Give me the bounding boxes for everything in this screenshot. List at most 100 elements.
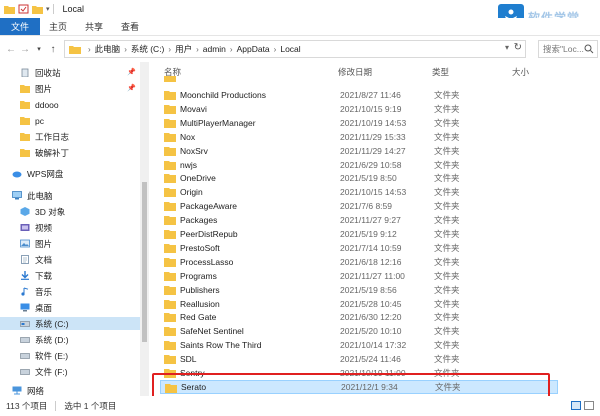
table-row[interactable]: Moonchild Productions 2021/8/27 11:46 文件夹	[160, 88, 558, 102]
search-box[interactable]: 搜索"Loc...	[538, 40, 598, 58]
file-name: nwjs	[180, 159, 198, 170]
quick-access-toolbar: ▾	[0, 4, 50, 14]
large-icons-view-icon[interactable]	[584, 401, 594, 410]
breadcrumb-separator[interactable]: ›	[124, 45, 127, 54]
table-row[interactable]: Origin 2021/10/15 14:53 文件夹	[160, 185, 558, 199]
details-view-icon[interactable]	[571, 401, 581, 410]
nav-item-drive-e[interactable]: 软件 (E:)	[0, 349, 140, 362]
nav-item-this-pc[interactable]: 此电脑	[0, 189, 140, 202]
nav-item-desktop[interactable]: 桌面	[0, 301, 140, 314]
file-type: 文件夹	[434, 229, 460, 239]
table-row[interactable]: nwjs 2021/6/29 10:58 文件夹	[160, 158, 558, 172]
recent-locations-button[interactable]: ▾	[32, 41, 46, 57]
table-row[interactable]: PackageAware 2021/7/6 8:59 文件夹	[160, 199, 558, 213]
tab-share[interactable]: 共享	[76, 18, 112, 35]
table-row-partial[interactable]	[160, 76, 558, 84]
tab-view[interactable]: 查看	[112, 18, 148, 35]
file-modified-date: 2021/8/27 11:46	[340, 90, 401, 100]
file-modified-date: 2021/5/28 10:45	[340, 298, 402, 309]
downloads-icon	[21, 271, 29, 280]
breadcrumb-drive-c[interactable]: 系统 (C:)	[131, 43, 165, 55]
breadcrumb-local[interactable]: Local	[280, 44, 300, 54]
desktop-icon	[20, 303, 30, 312]
pin-icon[interactable]: 📌	[127, 84, 136, 92]
breadcrumb-separator[interactable]: ›	[274, 45, 277, 54]
nav-item-ddooo[interactable]: ddooo	[0, 98, 140, 111]
table-row[interactable]: Publishers 2021/5/19 8:56 文件夹	[160, 283, 558, 297]
breadcrumb-thispc[interactable]: 此电脑	[95, 43, 121, 55]
table-row[interactable]: SDL 2021/5/24 11:46 文件夹	[160, 352, 558, 366]
table-row[interactable]: Saints Row The Third 2021/10/14 17:32 文件夹	[160, 338, 558, 352]
nav-item-wps-cloud[interactable]: WPS网盘	[0, 167, 140, 180]
customize-toolbar-icon[interactable]: ▾	[46, 5, 50, 13]
properties-icon[interactable]	[18, 4, 29, 14]
drive-icon	[20, 353, 30, 359]
breadcrumb-separator[interactable]: ›	[230, 45, 233, 54]
nav-item-recycle-bin[interactable]: 回收站 📌	[0, 66, 140, 79]
table-row[interactable]: MultiPlayerManager 2021/10/19 14:53 文件夹	[160, 116, 558, 130]
pin-icon[interactable]: 📌	[127, 68, 136, 76]
table-row[interactable]: SafeNet Sentinel 2021/5/20 10:10 文件夹	[160, 324, 558, 338]
file-modified-date: 2021/7/6 8:59	[340, 201, 392, 212]
scrollbar-thumb[interactable]	[142, 182, 147, 342]
nav-item-drive-d[interactable]: 系统 (D:)	[0, 333, 140, 346]
file-type: 文件夹	[434, 270, 460, 281]
breadcrumb-separator[interactable]: ›	[168, 45, 171, 54]
table-row[interactable]: NoxSrv 2021/11/29 14:27 文件夹	[160, 144, 558, 158]
tab-file[interactable]: 文件	[0, 18, 41, 35]
breadcrumb-separator[interactable]: ›	[196, 45, 199, 54]
breadcrumb-appdata[interactable]: AppData	[237, 44, 270, 54]
breadcrumb-admin[interactable]: admin	[203, 44, 226, 54]
refresh-icon[interactable]: ↻	[514, 42, 522, 53]
table-row[interactable]: Red Gate 2021/6/30 12:20 文件夹	[160, 310, 558, 324]
nav-item-downloads[interactable]: 下载	[0, 269, 140, 282]
file-type: 文件夹	[434, 312, 460, 323]
nav-item-drive-c[interactable]: 系统 (C:)	[0, 317, 140, 330]
table-row[interactable]: PrestoSoft 2021/7/14 10:59 文件夹	[160, 241, 558, 255]
nav-item-label: WPS网盘	[27, 168, 64, 179]
file-modified-date: 2021/10/19 14:53	[340, 117, 407, 128]
folder-icon	[20, 101, 30, 109]
nav-item-music[interactable]: 音乐	[0, 285, 140, 298]
file-name: Programs	[180, 270, 217, 281]
address-bar[interactable]: › 此电脑 › 系统 (C:) › 用户 › admin › AppData ›…	[64, 40, 526, 58]
table-row[interactable]: Movavi 2021/10/15 9:19 文件夹	[160, 102, 558, 116]
table-row[interactable]: Reallusion 2021/5/28 10:45 文件夹	[160, 297, 558, 311]
3d-objects-icon	[20, 207, 30, 216]
nav-item-videos[interactable]: 视频	[0, 221, 140, 234]
file-name: Publishers	[180, 284, 220, 295]
nav-item-drive-f[interactable]: 文件 (F:)	[0, 365, 140, 378]
nav-item-label: 图片	[35, 238, 53, 249]
nav-item-network[interactable]: 网络	[0, 384, 140, 396]
file-type: 文件夹	[434, 159, 460, 170]
table-row[interactable]: Nox 2021/11/29 15:33 文件夹	[160, 130, 558, 144]
nav-item-documents[interactable]: 文档	[0, 253, 140, 266]
file-type: 文件夹	[434, 117, 460, 128]
nav-item-3d-objects[interactable]: 3D 对象	[0, 205, 140, 218]
nav-item-pictures-quick[interactable]: 图片 📌	[0, 82, 140, 95]
nav-item-pc[interactable]: pc	[0, 114, 140, 127]
search-icon[interactable]	[584, 44, 594, 54]
table-row[interactable]: Programs 2021/11/27 11:00 文件夹	[160, 269, 558, 283]
forward-button[interactable]: →	[18, 41, 32, 57]
table-row[interactable]: PeerDistRepub 2021/5/19 9:12 文件夹	[160, 227, 558, 241]
file-type: 文件夹	[434, 201, 460, 212]
folder-icon	[164, 230, 176, 239]
nav-item-patches[interactable]: 破解补丁	[0, 146, 140, 159]
table-row[interactable]: ProcessLasso 2021/6/18 12:16 文件夹	[160, 255, 558, 269]
folder-icon	[164, 160, 176, 170]
address-dropdown-icon[interactable]: ▾	[505, 43, 509, 52]
table-row[interactable]: OneDrive 2021/5/19 8:50 文件夹	[160, 171, 558, 185]
file-modified-date: 2021/5/19 8:50	[340, 173, 397, 184]
nav-item-pictures[interactable]: 图片	[0, 237, 140, 250]
tab-home[interactable]: 主页	[40, 18, 76, 35]
file-type: 文件夹	[434, 256, 460, 267]
nav-item-worklog[interactable]: 工作日志	[0, 130, 140, 143]
breadcrumb-users[interactable]: 用户	[175, 43, 192, 55]
navigation-scrollbar[interactable]	[140, 62, 149, 396]
up-button[interactable]: ↑	[46, 41, 60, 57]
new-folder-icon[interactable]	[32, 4, 43, 14]
back-button[interactable]: ←	[4, 41, 18, 57]
folder-icon	[164, 188, 176, 198]
table-row[interactable]: Packages 2021/11/27 9:27 文件夹	[160, 213, 558, 227]
